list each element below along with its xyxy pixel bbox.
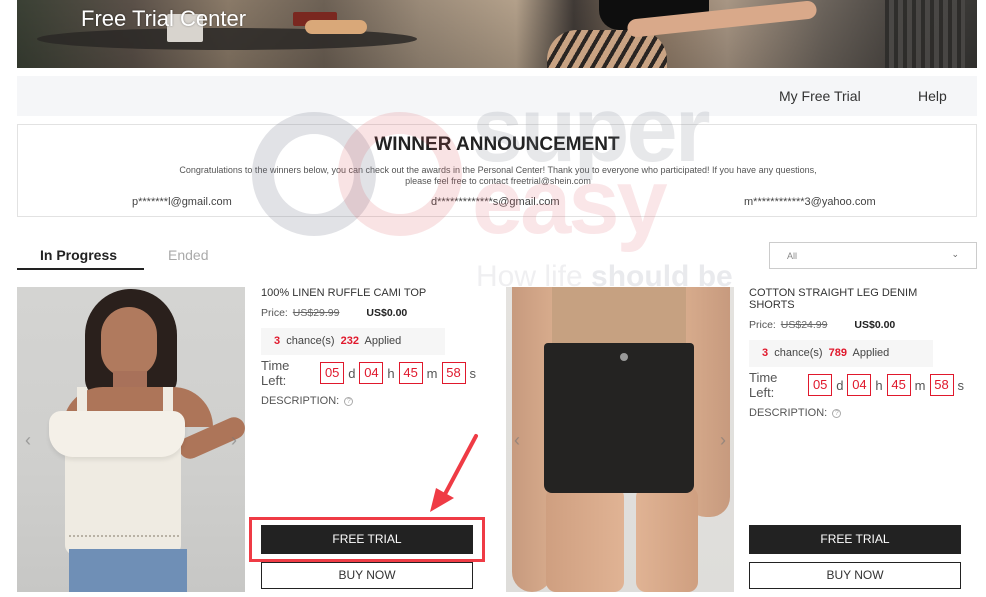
description-label: DESCRIPTION: (261, 395, 340, 407)
countdown-timer: Time Left: 05 d 04 h 45 m 58 s (749, 370, 965, 400)
applied-label: Applied (364, 335, 402, 347)
model-leg-right (636, 487, 698, 592)
chevron-left-icon[interactable]: ‹ (25, 430, 31, 451)
unit-seconds: s (957, 377, 965, 393)
price-row: Price: US$29.99 US$0.00 (261, 307, 476, 319)
countdown-days: 05 (808, 374, 833, 396)
unit-minutes: m (426, 365, 438, 381)
time-left-label: Time Left: (261, 358, 290, 388)
chances-count: 3 (762, 347, 769, 359)
product-info: 100% LINEN RUFFLE CAMI TOP Price: US$29.… (261, 287, 476, 407)
chevron-down-icon: ⌄ (951, 249, 959, 259)
buy-now-button[interactable]: BUY NOW (749, 562, 961, 589)
chances-label: chance(s) (286, 335, 335, 347)
page-title: Free Trial Center (81, 6, 247, 31)
trial-price: US$0.00 (366, 307, 408, 319)
unit-hours: h (875, 377, 883, 393)
countdown-hours: 04 (847, 374, 872, 396)
denim-shorts-garment (544, 343, 694, 493)
countdown-timer: Time Left: 05 d 04 h 45 m 58 s (261, 358, 477, 388)
description-label: DESCRIPTION: (749, 407, 828, 419)
my-free-trial-link[interactable]: My Free Trial (779, 88, 861, 104)
original-price: US$24.99 (780, 319, 828, 331)
applied-count: 789 (828, 347, 848, 359)
model-top (546, 287, 696, 345)
banner-photo-pastry (305, 20, 367, 34)
model-face (101, 307, 157, 377)
category-filter-select[interactable]: All ⌄ (769, 242, 977, 269)
help-circle-icon[interactable]: ? (832, 409, 842, 418)
countdown-minutes: 45 (398, 362, 423, 384)
filter-selected-value: All (787, 251, 798, 261)
unit-minutes: m (914, 377, 926, 393)
chances-label: chance(s) (774, 347, 823, 359)
tab-ended[interactable]: Ended (168, 247, 208, 263)
help-circle-icon[interactable]: ? (344, 397, 354, 406)
applied-count: 232 (340, 335, 360, 347)
unit-days: d (348, 365, 356, 381)
chances-count: 3 (274, 335, 281, 347)
buy-now-button[interactable]: BUY NOW (261, 562, 473, 589)
cami-lace-trim (69, 535, 179, 537)
active-tab-indicator (17, 268, 144, 270)
countdown-days: 05 (320, 362, 345, 384)
product-image-denim-shorts[interactable]: ‹ › (506, 287, 734, 592)
free-trial-button[interactable]: FREE TRIAL (261, 525, 473, 554)
product-image-cami-top[interactable]: ‹ › (17, 287, 245, 592)
countdown-seconds: 58 (441, 362, 466, 384)
countdown-seconds: 58 (929, 374, 954, 396)
countdown-minutes: 45 (886, 374, 911, 396)
unit-seconds: s (469, 365, 477, 381)
chevron-right-icon[interactable]: › (231, 430, 237, 451)
chances-box: 3 chance(s) 789 Applied (749, 340, 933, 367)
product-info: COTTON STRAIGHT LEG DENIM SHORTS Price: … (749, 287, 964, 419)
hero-banner: Free Trial Center (17, 0, 977, 68)
model-leg-left (546, 487, 624, 592)
chances-box: 3 chance(s) 232 Applied (261, 328, 445, 355)
annotation-arrow-shaft (442, 434, 478, 498)
time-left-label: Time Left: (749, 370, 778, 400)
chevron-right-icon[interactable]: › (720, 430, 726, 451)
description-row: DESCRIPTION: ? (261, 395, 476, 407)
announcement-text: Congratulations to the winners below, yo… (179, 165, 817, 186)
help-link[interactable]: Help (918, 88, 947, 104)
cami-ruffle (49, 411, 185, 457)
winner-email: m************3@yahoo.com (744, 196, 876, 208)
free-trial-button[interactable]: FREE TRIAL (749, 525, 961, 554)
annotation-arrow-icon (430, 434, 478, 512)
banner-photo-shelf (885, 0, 965, 68)
announcement-title: WINNER ANNOUNCEMENT (374, 134, 620, 155)
description-row: DESCRIPTION: ? (749, 407, 964, 419)
chevron-left-icon[interactable]: ‹ (514, 430, 520, 451)
price-label: Price: (749, 319, 776, 331)
sub-navbar: My Free Trial Help (17, 76, 977, 116)
unit-hours: h (387, 365, 395, 381)
winner-email: d*************s@gmail.com (431, 196, 560, 208)
countdown-hours: 04 (359, 362, 384, 384)
product-name[interactable]: 100% LINEN RUFFLE CAMI TOP (261, 287, 476, 299)
model-jeans (69, 549, 187, 592)
product-name[interactable]: COTTON STRAIGHT LEG DENIM SHORTS (749, 287, 964, 311)
winner-announcement: WINNER ANNOUNCEMENT Congratulations to t… (17, 124, 977, 217)
applied-label: Applied (852, 347, 890, 359)
unit-days: d (836, 377, 844, 393)
shorts-button (620, 353, 628, 361)
original-price: US$29.99 (292, 307, 340, 319)
winner-email: p*******l@gmail.com (132, 196, 232, 208)
price-row: Price: US$24.99 US$0.00 (749, 319, 964, 331)
annotation-arrow-head (430, 488, 454, 512)
trial-price: US$0.00 (854, 319, 896, 331)
tab-in-progress[interactable]: In Progress (40, 247, 117, 263)
price-label: Price: (261, 307, 288, 319)
